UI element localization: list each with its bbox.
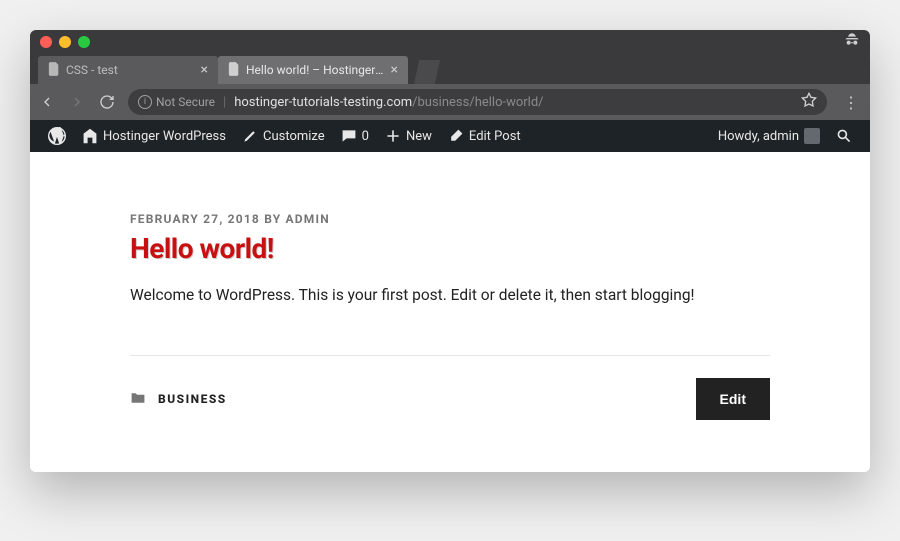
address-bar[interactable]: i Not Secure | hostinger-tutorials-testi… — [128, 89, 827, 115]
url-path: /business/hello-world/ — [412, 95, 543, 110]
post-body: Welcome to WordPress. This is your first… — [130, 283, 770, 307]
folder-icon — [130, 390, 146, 409]
window-minimize-button[interactable] — [59, 36, 71, 48]
new-label: New — [406, 129, 432, 144]
edit-post-label: Edit Post — [469, 129, 521, 144]
category-wrap: BUSINESS — [130, 390, 227, 409]
avatar-icon — [804, 128, 820, 144]
back-button[interactable] — [38, 94, 56, 110]
url-divider: | — [223, 95, 226, 110]
post-meta: FEBRUARY 27, 2018 BY ADMIN — [130, 212, 770, 226]
tab-title: CSS - test — [66, 63, 195, 77]
edit-post-link[interactable]: Edit Post — [440, 120, 529, 152]
incognito-icon — [844, 32, 860, 52]
browser-menu-button[interactable]: ⋮ — [839, 93, 862, 112]
security-chip[interactable]: i Not Secure — [138, 95, 215, 109]
wp-logo-menu[interactable] — [40, 120, 74, 152]
browser-tab-active[interactable]: Hello world! – Hostinger WordP × — [218, 56, 408, 84]
post-author: ADMIN — [286, 212, 330, 226]
tab-close-button[interactable]: × — [201, 63, 208, 77]
post-footer: BUSINESS Edit — [130, 378, 770, 420]
site-name-label: Hostinger WordPress — [103, 129, 226, 144]
page-icon — [48, 62, 60, 79]
bookmark-button[interactable] — [801, 92, 817, 112]
browser-tab-inactive[interactable]: CSS - test × — [38, 56, 218, 84]
browser-toolbar: i Not Secure | hostinger-tutorials-testi… — [30, 84, 870, 120]
new-content-menu[interactable]: New — [377, 120, 440, 152]
tab-title: Hello world! – Hostinger WordP — [246, 63, 385, 77]
post-title[interactable]: Hello world! — [130, 232, 770, 265]
site-name-menu[interactable]: Hostinger WordPress — [74, 120, 234, 152]
admin-search-button[interactable] — [828, 128, 860, 144]
comments-link[interactable]: 0 — [333, 120, 377, 152]
url-host: hostinger-tutorials-testing.com — [234, 95, 412, 110]
forward-button[interactable] — [68, 94, 86, 110]
browser-tabbar: CSS - test × Hello world! – Hostinger Wo… — [30, 54, 870, 84]
reload-button[interactable] — [98, 94, 116, 110]
not-secure-label: Not Secure — [156, 95, 215, 109]
window-titlebar — [30, 30, 870, 54]
browser-window: CSS - test × Hello world! – Hostinger Wo… — [30, 30, 870, 472]
category-link[interactable]: BUSINESS — [158, 392, 227, 406]
customize-label: Customize — [263, 129, 325, 144]
customize-link[interactable]: Customize — [234, 120, 333, 152]
page-icon — [228, 62, 240, 79]
account-menu[interactable]: Howdy, admin — [710, 128, 828, 144]
new-tab-button[interactable] — [414, 60, 440, 84]
info-icon: i — [138, 95, 152, 109]
page-content: FEBRUARY 27, 2018 BY ADMIN Hello world! … — [30, 152, 870, 472]
comments-count: 0 — [362, 129, 369, 144]
post-date: FEBRUARY 27, 2018 — [130, 212, 260, 226]
post-meta-by: BY — [264, 212, 281, 226]
howdy-label: Howdy, admin — [718, 129, 799, 144]
edit-button[interactable]: Edit — [696, 378, 770, 420]
tab-close-button[interactable]: × — [391, 63, 398, 77]
wp-admin-bar: Hostinger WordPress Customize 0 New Edit… — [30, 120, 870, 152]
window-maximize-button[interactable] — [78, 36, 90, 48]
window-close-button[interactable] — [40, 36, 52, 48]
divider — [130, 355, 770, 356]
